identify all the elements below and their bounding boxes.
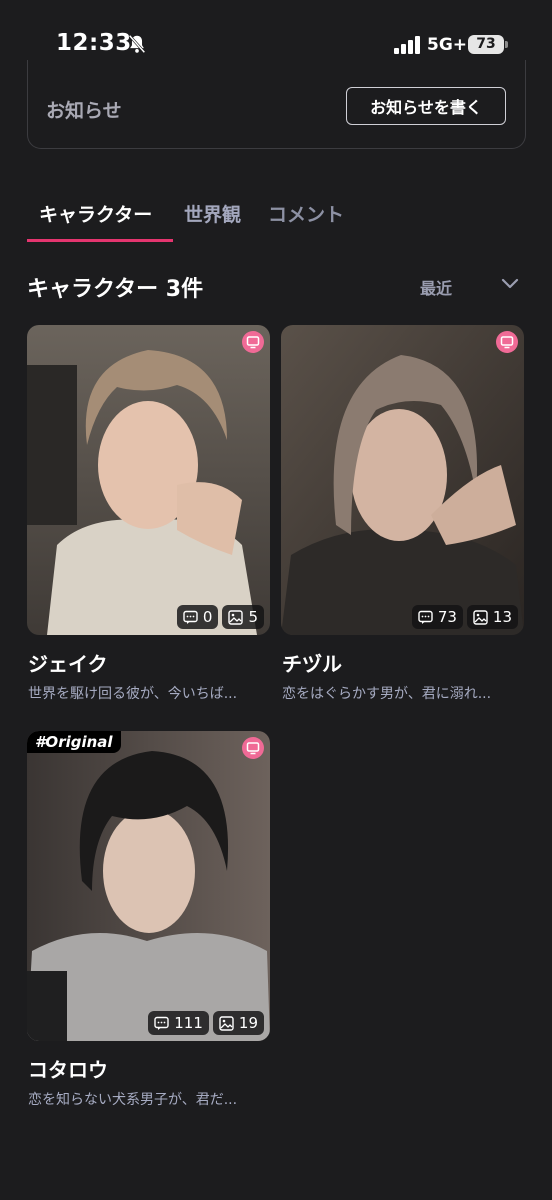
status-time: 12:33 — [56, 30, 132, 56]
character-thumbnail[interactable]: 0 5 — [27, 325, 270, 635]
tab-comments[interactable]: コメント — [268, 200, 344, 227]
character-card-kotarou[interactable]: #Original 111 19 コタロウ 恋を知らない犬系男子が、君だ... — [27, 731, 270, 1111]
card-stats: 73 13 — [411, 605, 518, 629]
image-count-value: 13 — [492, 608, 512, 626]
tv-icon — [246, 336, 260, 349]
character-description: 恋をはぐらかす男が、君に溺れ... — [282, 686, 492, 702]
image-count-value: 19 — [238, 1014, 258, 1032]
section-title: キャラクター 3件 — [27, 277, 204, 302]
sort-dropdown-label[interactable]: 最近 — [420, 275, 452, 299]
comment-icon — [154, 1016, 169, 1030]
write-notice-button[interactable]: お知らせを書く — [346, 87, 506, 125]
character-portrait-image — [281, 325, 524, 635]
character-description: 世界を駆け回る彼が、今いちば... — [28, 686, 238, 702]
comment-count-value: 73 — [437, 608, 457, 626]
comment-count-value: 111 — [174, 1014, 203, 1032]
image-icon — [219, 1015, 234, 1031]
tab-worldview[interactable]: 世界観 — [184, 200, 241, 227]
comment-count-value: 0 — [202, 608, 213, 626]
comment-count: 0 — [176, 605, 219, 629]
notice-card: お知らせ お知らせを書く — [27, 60, 526, 149]
network-type: 5G+ — [427, 35, 468, 55]
battery-tip — [505, 41, 508, 48]
comment-count: 73 — [411, 605, 463, 629]
character-name: チヅル — [282, 652, 342, 676]
active-tab-indicator — [27, 239, 173, 242]
tab-characters[interactable]: キャラクター — [39, 200, 152, 227]
signal-icon — [394, 36, 420, 54]
tv-icon — [246, 742, 260, 755]
chevron-down-icon[interactable] — [501, 277, 519, 291]
character-portrait-image — [27, 731, 270, 1041]
character-portrait-image — [27, 325, 270, 635]
image-count-value: 5 — [248, 608, 258, 626]
character-name: コタロウ — [28, 1058, 108, 1082]
image-count: 13 — [466, 605, 518, 629]
card-stats: 0 5 — [176, 605, 264, 629]
character-card-chizuru[interactable]: 73 13 チヅル 恋をはぐらかす男が、君に溺れ... — [281, 325, 524, 705]
character-card-jake[interactable]: 0 5 ジェイク 世界を駆け回る彼が、今いちば... — [27, 325, 270, 705]
image-count: 5 — [222, 605, 264, 629]
image-icon — [228, 609, 244, 625]
comment-count: 111 — [148, 1011, 209, 1035]
comment-icon — [418, 610, 433, 624]
tv-badge — [242, 737, 264, 759]
comment-icon — [183, 610, 198, 624]
character-thumbnail[interactable]: #Original 111 19 — [27, 731, 270, 1041]
tv-badge — [242, 331, 264, 353]
character-thumbnail[interactable]: 73 13 — [281, 325, 524, 635]
tv-badge — [496, 331, 518, 353]
original-tag: #Original — [27, 731, 121, 753]
character-name: ジェイク — [28, 652, 108, 676]
image-icon — [473, 609, 488, 625]
character-description: 恋を知らない犬系男子が、君だ... — [28, 1092, 238, 1108]
battery-indicator: 73 — [468, 35, 504, 54]
bell-slash-icon — [128, 34, 146, 54]
card-stats: 111 19 — [148, 1011, 264, 1035]
notice-title: お知らせ — [46, 100, 122, 122]
tv-icon — [500, 336, 514, 349]
image-count: 19 — [212, 1011, 264, 1035]
